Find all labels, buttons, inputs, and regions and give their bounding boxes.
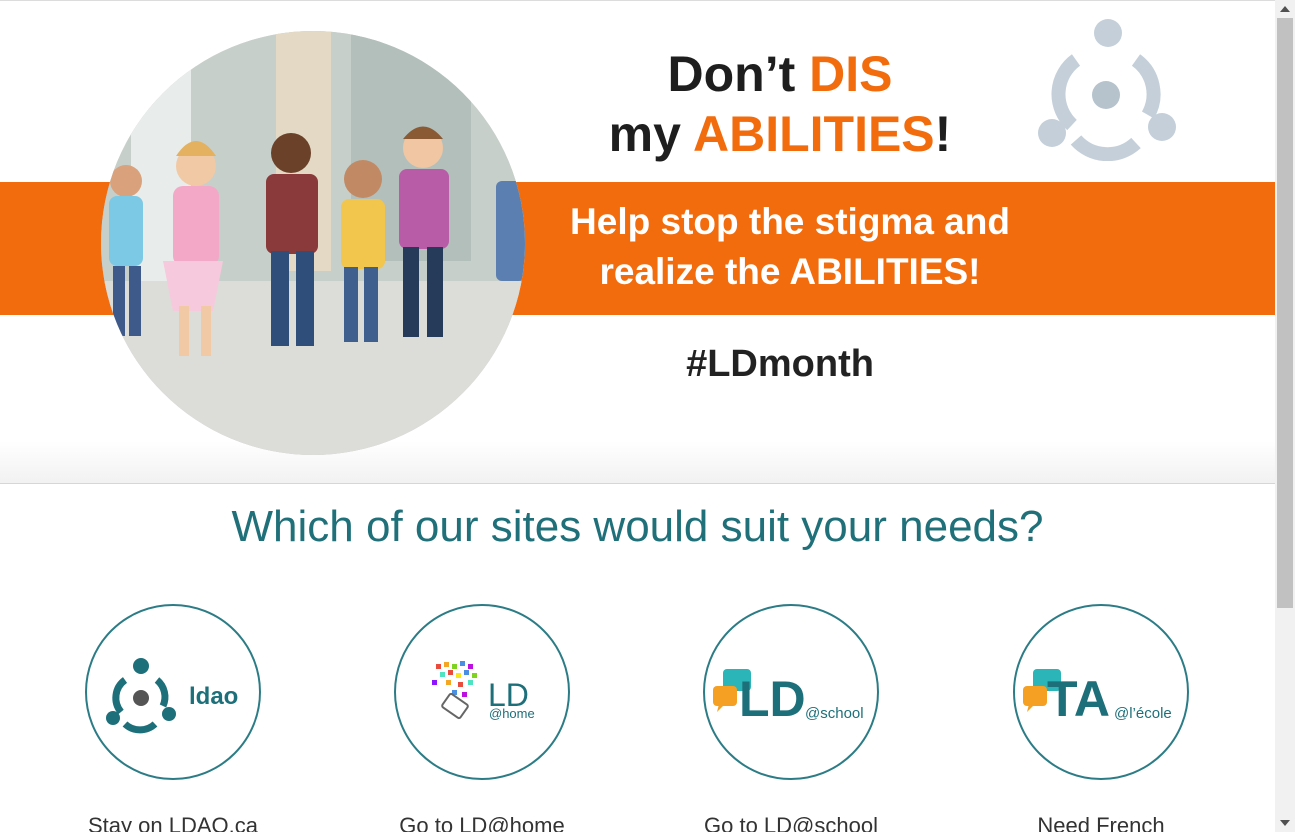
section-title: Which of our sites would suit your needs… [231,502,1044,551]
svg-text:@home: @home [489,706,535,721]
page: Don’t DIS my ABILITIES! Help stop the st… [0,0,1275,832]
site-option-ta-ecole[interactable]: TA @l’école Need French [1011,604,1191,832]
tagline: Help stop the stigma and realize the ABI… [540,197,1040,297]
site-option-ldao[interactable]: ldao Stay on LDAO.ca [83,604,263,832]
svg-text:@school: @school [805,705,864,722]
scrollbar-thumb[interactable] [1277,18,1293,608]
site-option-ld-home[interactable]: LD @home Go to LD@home [392,604,572,832]
site-option-ld-school[interactable]: LD @school Go to LD@school [701,604,881,832]
headline-line1: Don’t DIS [667,46,893,102]
tagline-line2: realize the ABILITIES! [599,251,981,292]
ld-at-home-logo-icon[interactable]: LD @home [394,604,570,780]
site-label[interactable]: Go to LD@school [661,812,921,832]
site-label[interactable]: Go to LD@home [352,812,612,832]
svg-text:TA: TA [1047,671,1110,727]
ta-at-lecole-logo-icon[interactable]: TA @l’école [1013,604,1189,780]
headline-line2: my ABILITIES! [608,106,952,162]
site-label[interactable]: Stay on LDAO.ca [43,812,303,832]
svg-text:LD: LD [739,671,806,727]
svg-text:@l’école: @l’école [1114,705,1172,722]
ld-at-school-logo-icon[interactable]: LD @school [703,604,879,780]
ld-month-banner: Don’t DIS my ABILITIES! Help stop the st… [0,0,1275,484]
vertical-scrollbar[interactable] [1275,0,1295,832]
ldao-logo-mark-icon [1036,15,1178,162]
scroll-down-arrow-icon[interactable] [1275,814,1295,832]
site-label[interactable]: Need French [971,812,1231,832]
scroll-up-arrow-icon[interactable] [1275,0,1295,18]
hashtag: #LDmonth [686,343,874,385]
tagline-line1: Help stop the stigma and [570,201,1010,242]
children-running-photo [101,31,525,455]
ldao-logo-icon[interactable]: ldao [85,604,261,780]
svg-text:ldao: ldao [189,683,238,710]
